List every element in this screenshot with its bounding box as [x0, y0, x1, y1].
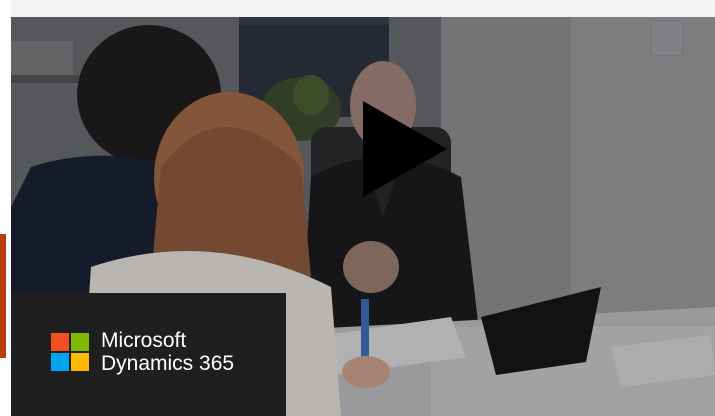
logo-square-green [71, 333, 89, 351]
logo-square-blue [51, 353, 69, 371]
brand-text: Microsoft Dynamics 365 [101, 329, 234, 375]
brand-line-1: Microsoft [101, 329, 187, 352]
logo-square-red [51, 333, 69, 351]
brand-line-2: Dynamics 365 [101, 352, 235, 375]
logo-square-yellow [71, 353, 89, 371]
video-player[interactable]: Microsoft Dynamics 365 [11, 17, 715, 416]
left-accent-strip [0, 234, 6, 358]
play-button[interactable] [363, 101, 447, 197]
play-icon [363, 101, 447, 197]
brand-card: Microsoft Dynamics 365 [11, 293, 286, 416]
page-left-edge [0, 0, 11, 416]
microsoft-logo-icon [51, 333, 89, 371]
